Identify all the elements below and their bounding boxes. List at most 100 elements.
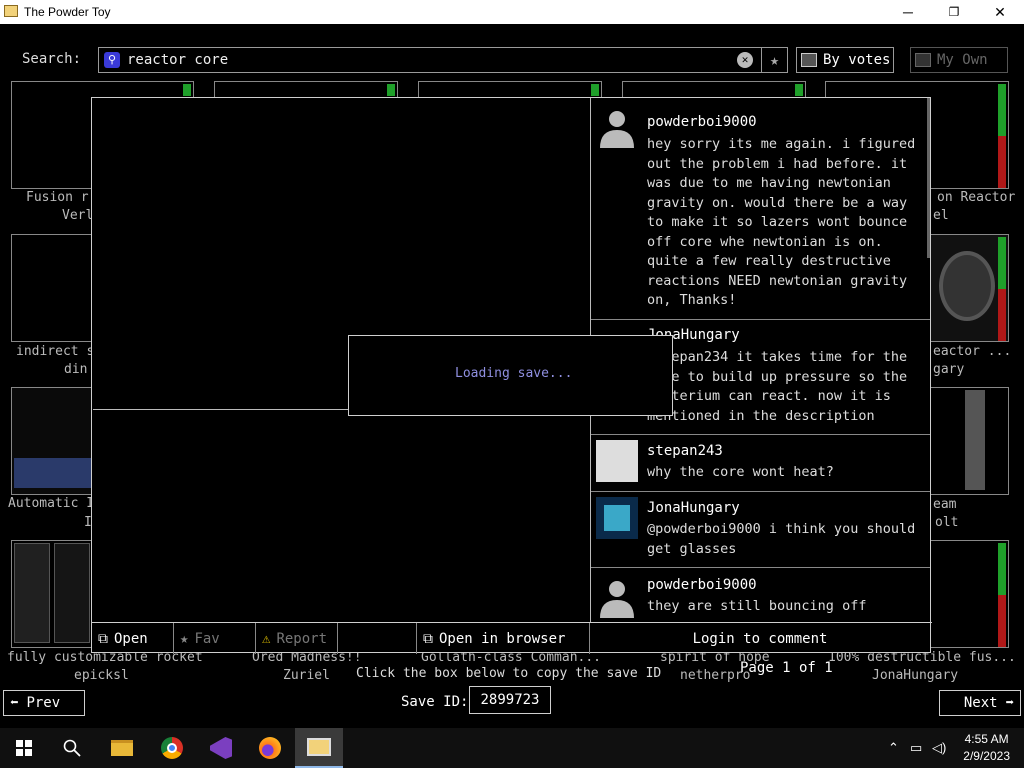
start-button[interactable] (0, 728, 48, 768)
firefox-button[interactable] (246, 728, 294, 768)
vote-bar (998, 543, 1006, 647)
comment-text: @stepan234 it takes time for the core to… (647, 349, 908, 424)
dialog-button-bar: ⧉ Open ★ Fav ⚠ Report ⧉ Open in browser … (92, 622, 932, 654)
comment: stepan243 why the core wont heat? (591, 435, 930, 492)
user-avatar (596, 440, 638, 482)
chrome-icon (161, 737, 183, 759)
firefox-icon (259, 737, 281, 759)
next-button[interactable]: Next ➡ (939, 690, 1021, 716)
thumbnail-image (14, 543, 50, 643)
close-button[interactable]: ✕ (977, 0, 1023, 24)
comment-text: @powderboi9000 i think you should get gl… (647, 521, 916, 557)
window-title: The Powder Toy (24, 5, 111, 19)
my-own-button[interactable]: My Own (910, 47, 1008, 73)
vote-bar (591, 84, 599, 96)
visual-studio-icon (210, 737, 232, 759)
save-thumbnail[interactable] (11, 387, 93, 495)
chrome-button[interactable] (148, 728, 196, 768)
open-icon: ⧉ (423, 630, 433, 647)
save-thumbnail[interactable] (930, 234, 1009, 342)
comment: powderboi9000 they are still bouncing of… (591, 568, 930, 622)
loading-save-popup: Loading save... (348, 335, 673, 416)
warning-icon: ⚠ (262, 630, 271, 647)
save-title: indirect s (16, 344, 95, 359)
save-thumbnail[interactable] (930, 540, 1009, 648)
save-author: olt (935, 515, 959, 530)
login-to-comment-button[interactable]: Login to comment (590, 623, 930, 654)
save-preview-dialog: powderboi9000 hey sorry its me again. i … (91, 97, 932, 654)
prev-button[interactable]: ⬅ Prev (3, 690, 85, 716)
prev-label: Prev (26, 695, 61, 711)
vote-bar (998, 84, 1006, 188)
volume-icon[interactable]: ◁) (932, 740, 946, 756)
report-label: Report (276, 630, 328, 647)
save-author: epicksl (74, 668, 129, 683)
save-thumbnail[interactable] (930, 81, 1009, 189)
sort-by-votes-button[interactable]: By votes (796, 47, 894, 73)
comment: JonaHungary @powderboi9000 i think you s… (591, 492, 930, 568)
comment-text: hey sorry its me again. i figured out th… (647, 136, 916, 308)
copy-id-hint: Click the box below to copy the save ID (356, 666, 662, 681)
default-avatar-icon (600, 581, 634, 618)
save-author: JonaHungary (872, 668, 959, 683)
login-label: Login to comment (692, 630, 828, 647)
save-thumbnail[interactable] (11, 540, 93, 648)
open-label: Open (114, 630, 148, 647)
user-avatar (596, 497, 638, 539)
save-title: eactor ... (933, 344, 1012, 359)
save-id-box[interactable]: 2899723 (469, 686, 551, 714)
comment: powderboi9000 hey sorry its me again. i … (591, 98, 930, 320)
save-thumbnail[interactable] (930, 387, 1009, 495)
maximize-button[interactable]: ❐ (931, 0, 977, 24)
minimize-button[interactable]: ─ (885, 0, 931, 24)
favorite-filter-star-icon[interactable]: ★ (761, 48, 787, 72)
fav-label: Fav (194, 630, 220, 647)
windows-logo-icon (16, 740, 32, 756)
save-title: Automatic I (8, 496, 95, 511)
powder-toy-icon (307, 738, 331, 756)
vote-bar (387, 84, 395, 96)
window-titlebar: The Powder Toy ─ ❐ ✕ (0, 0, 1024, 24)
file-explorer-button[interactable] (98, 728, 146, 768)
by-votes-label: By votes (823, 52, 891, 68)
thumbnail-image (54, 543, 90, 643)
folder-icon (111, 740, 133, 756)
search-input[interactable]: ⚲ reactor core ✕ ★ (98, 47, 788, 73)
search-taskbar-button[interactable] (48, 728, 96, 768)
open-in-browser-label: Open in browser (439, 630, 566, 647)
system-clock[interactable]: 4:55 AM 2/9/2023 (963, 731, 1010, 765)
open-in-browser-button[interactable]: ⧉ Open in browser (416, 623, 590, 654)
arrow-right-icon: ➡ (1005, 695, 1014, 711)
default-avatar-icon (600, 111, 634, 148)
clear-search-icon[interactable]: ✕ (737, 52, 753, 68)
save-id-label: Save ID: (401, 694, 469, 710)
comment-text: why the core wont heat? (647, 464, 834, 480)
votes-icon (801, 53, 817, 67)
open-icon: ⧉ (98, 630, 108, 647)
save-author: Zuriel (283, 668, 330, 683)
chevron-up-icon[interactable]: ⌃ (888, 740, 899, 756)
arrow-left-icon: ⬅ (10, 695, 19, 711)
save-title: eam (933, 497, 957, 512)
network-icon[interactable]: ▭ (910, 740, 922, 756)
visual-studio-button[interactable] (197, 728, 245, 768)
save-thumbnail[interactable] (11, 234, 93, 342)
open-button[interactable]: ⧉ Open (92, 623, 174, 654)
fav-button[interactable]: ★ Fav (174, 623, 256, 654)
vote-bar (795, 84, 803, 96)
my-own-label: My Own (937, 52, 988, 68)
page-indicator: Page 1 of 1 (740, 660, 833, 676)
thumbnail-image (939, 251, 995, 321)
taskbar: ⌃ ▭ ◁) 4:55 AM 2/9/2023 (0, 728, 1024, 768)
vote-bar (183, 84, 191, 96)
report-button[interactable]: ⚠ Report (256, 623, 338, 654)
save-author: gary (933, 362, 965, 377)
save-title: Fusion r (26, 190, 89, 205)
powder-toy-taskbar-button[interactable] (295, 728, 343, 768)
folder-icon (915, 53, 931, 67)
loading-text: Loading save... (455, 366, 573, 381)
save-author: Verl (62, 208, 94, 223)
search-value: reactor core (127, 52, 229, 68)
thumbnail-image (14, 458, 92, 488)
comment-text: they are still bouncing off (647, 598, 867, 614)
